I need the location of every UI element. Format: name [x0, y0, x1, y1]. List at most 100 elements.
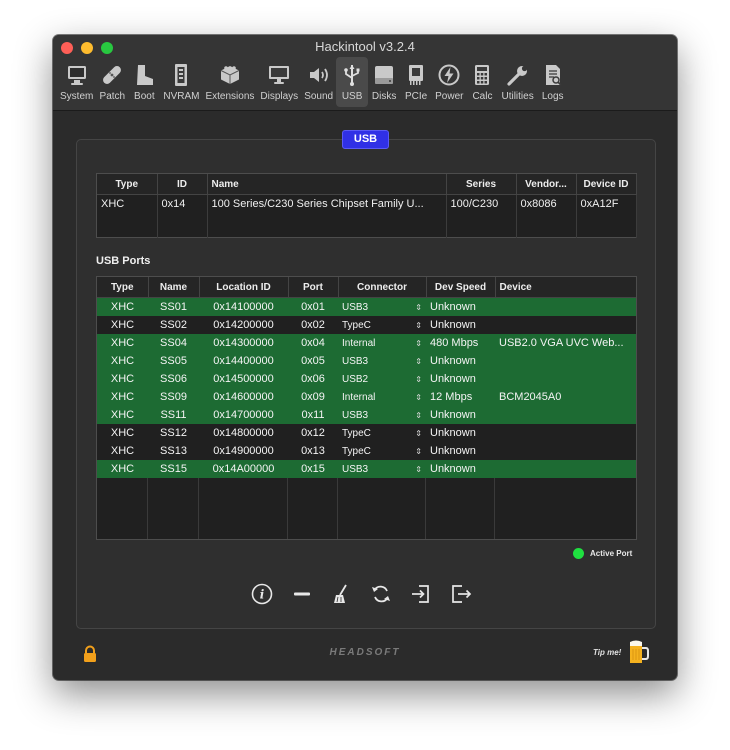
port-connector[interactable]: Internal ⇕	[338, 334, 426, 352]
port-column-name[interactable]: Name	[148, 277, 200, 298]
column-header-type[interactable]: Type	[97, 174, 158, 195]
port-name: SS06	[160, 373, 187, 385]
port-connector[interactable]: TypeC ⇕	[338, 424, 426, 442]
port-column-port[interactable]: Port	[288, 277, 339, 298]
connector-value: USB3	[342, 301, 369, 313]
port-number: 0x05	[301, 355, 325, 367]
table-row[interactable]: XHC SS06 0x14500000 0x06 USB2 ⇕ Unknown	[97, 370, 636, 388]
info-icon[interactable]: i	[250, 582, 274, 606]
table-row[interactable]: XHC SS01 0x14100000 0x01 USB3 ⇕ Unknown	[97, 297, 636, 317]
toolbar-label: Power	[435, 91, 464, 102]
port-column-device[interactable]: Device	[495, 277, 636, 298]
extensions-icon	[217, 61, 243, 89]
table-row[interactable]: XHC SS12 0x14800000 0x12 TypeC ⇕ Unknown	[97, 424, 636, 442]
port-name: SS11	[160, 409, 187, 421]
toolbar-item-calc[interactable]: Calc	[466, 57, 498, 107]
connector-value: USB3	[342, 409, 369, 421]
toolbar-item-nvram[interactable]: NVRAM	[160, 57, 202, 107]
pcie-icon	[403, 61, 429, 89]
port-number: 0x09	[301, 391, 325, 403]
port-connector[interactable]: USB3 ⇕	[338, 298, 426, 317]
import-icon[interactable]	[409, 582, 433, 606]
nvram-icon	[168, 61, 194, 89]
headsoft-logo: HEADSOFT	[329, 647, 401, 658]
toolbar-item-system[interactable]: System	[57, 57, 96, 107]
column-header-vendor[interactable]: Vendor...	[516, 174, 577, 195]
connector-value: USB3	[342, 355, 369, 367]
port-location-id: 0x14900000	[213, 445, 274, 457]
column-header-device-id[interactable]: Device ID	[576, 174, 637, 195]
table-row[interactable]: XHC SS02 0x14200000 0x02 TypeC ⇕ Unknown	[97, 316, 636, 334]
port-connector[interactable]: TypeC ⇕	[338, 442, 426, 460]
port-connector[interactable]: USB2 ⇕	[338, 370, 426, 388]
controller-device-id: 0xA12F	[576, 194, 637, 238]
toolbar-label: Disks	[371, 91, 397, 102]
controller-type: XHC	[97, 194, 158, 238]
port-connector[interactable]: USB3 ⇕	[338, 406, 426, 424]
usb-ports-title: USB Ports	[96, 255, 151, 267]
port-connector[interactable]: Internal ⇕	[338, 388, 426, 406]
toolbar-item-usb[interactable]: USB	[336, 57, 369, 107]
toolbar-label: Sound	[304, 91, 334, 102]
port-dev-speed: Unknown	[430, 319, 476, 331]
port-location-id: 0x14100000	[213, 301, 274, 313]
port-name: SS05	[160, 355, 187, 367]
refresh-icon[interactable]	[369, 582, 393, 606]
port-device	[495, 316, 636, 334]
up-down-chevron-icon: ⇕	[415, 302, 422, 312]
title-bar: Hackintool v3.2.4 System Patch Boot NVRAM Ex…	[53, 35, 677, 111]
toolbar-item-pcie[interactable]: PCIe	[400, 57, 432, 107]
toolbar-item-patch[interactable]: Patch	[96, 57, 128, 107]
port-dev-speed: Unknown	[430, 409, 476, 421]
table-row[interactable]: XHC SS05 0x14400000 0x05 USB3 ⇕ Unknown	[97, 352, 636, 370]
table-row[interactable]: XHC SS13 0x14900000 0x13 TypeC ⇕ Unknown	[97, 442, 636, 460]
toolbar-label: Displays	[260, 91, 299, 102]
clean-icon[interactable]	[329, 582, 353, 606]
column-header-id[interactable]: ID	[157, 174, 208, 195]
toolbar-item-boot[interactable]: Boot	[128, 57, 160, 107]
up-down-chevron-icon: ⇕	[415, 338, 422, 348]
remove-icon[interactable]	[290, 582, 314, 606]
toolbar-item-utilities[interactable]: Utilities	[498, 57, 536, 107]
connector-value: Internal	[342, 337, 376, 349]
port-type: XHC	[110, 337, 135, 349]
port-dev-speed: Unknown	[430, 445, 476, 457]
toolbar-item-disks[interactable]: Disks	[368, 57, 400, 107]
calc-icon	[469, 61, 495, 89]
toolbar-label: Patch	[99, 91, 126, 102]
column-header-series[interactable]: Series	[446, 174, 517, 195]
port-device	[495, 424, 636, 442]
table-row[interactable]: XHC SS09 0x14600000 0x09 Internal ⇕ 12 Mbps BCM…	[97, 388, 636, 406]
port-type: XHC	[110, 319, 135, 331]
port-location-id: 0x14400000	[213, 355, 274, 367]
export-icon[interactable]	[449, 582, 473, 606]
port-number: 0x01	[301, 301, 325, 313]
port-connector[interactable]: USB3 ⇕	[338, 352, 426, 370]
port-column-connector[interactable]: Connector	[338, 277, 427, 298]
port-connector[interactable]: TypeC ⇕	[338, 316, 426, 334]
port-dev-speed: Unknown	[430, 355, 476, 367]
port-device: BCM2045A0	[499, 391, 562, 403]
connector-value: USB3	[342, 463, 369, 475]
table-row[interactable]: XHC SS15 0x14A00000 0x15 USB3 ⇕ Unknown	[97, 460, 636, 478]
tip-me-label[interactable]: Tip me!	[593, 648, 621, 657]
port-column-type[interactable]: Type	[97, 277, 149, 298]
column-header-name[interactable]: Name	[207, 174, 447, 195]
toolbar-item-sound[interactable]: Sound	[301, 57, 336, 107]
port-number: 0x04	[301, 337, 325, 349]
port-column-location-id[interactable]: Location ID	[199, 277, 289, 298]
toolbar-item-logs[interactable]: Logs	[537, 57, 569, 107]
toolbar-item-displays[interactable]: Displays	[257, 57, 301, 107]
controller-row[interactable]: XHC 0x14 100 Series/C230 Series Chipset …	[97, 194, 637, 238]
toolbar-item-power[interactable]: Power	[432, 57, 466, 107]
beer-icon[interactable]	[627, 639, 649, 665]
connector-value: Internal	[342, 391, 376, 403]
port-column-dev-speed[interactable]: Dev Speed	[426, 277, 496, 298]
toolbar-label: Boot	[134, 91, 155, 102]
table-row[interactable]: XHC SS11 0x14700000 0x11 USB3 ⇕ Unknown	[97, 406, 636, 424]
table-row[interactable]: XHC SS04 0x14300000 0x04 Internal ⇕ 480 Mbps US…	[97, 334, 636, 352]
port-connector[interactable]: USB3 ⇕	[338, 460, 426, 478]
up-down-chevron-icon: ⇕	[415, 410, 422, 420]
toolbar-item-extensions[interactable]: Extensions	[202, 57, 257, 107]
port-device	[495, 370, 636, 388]
